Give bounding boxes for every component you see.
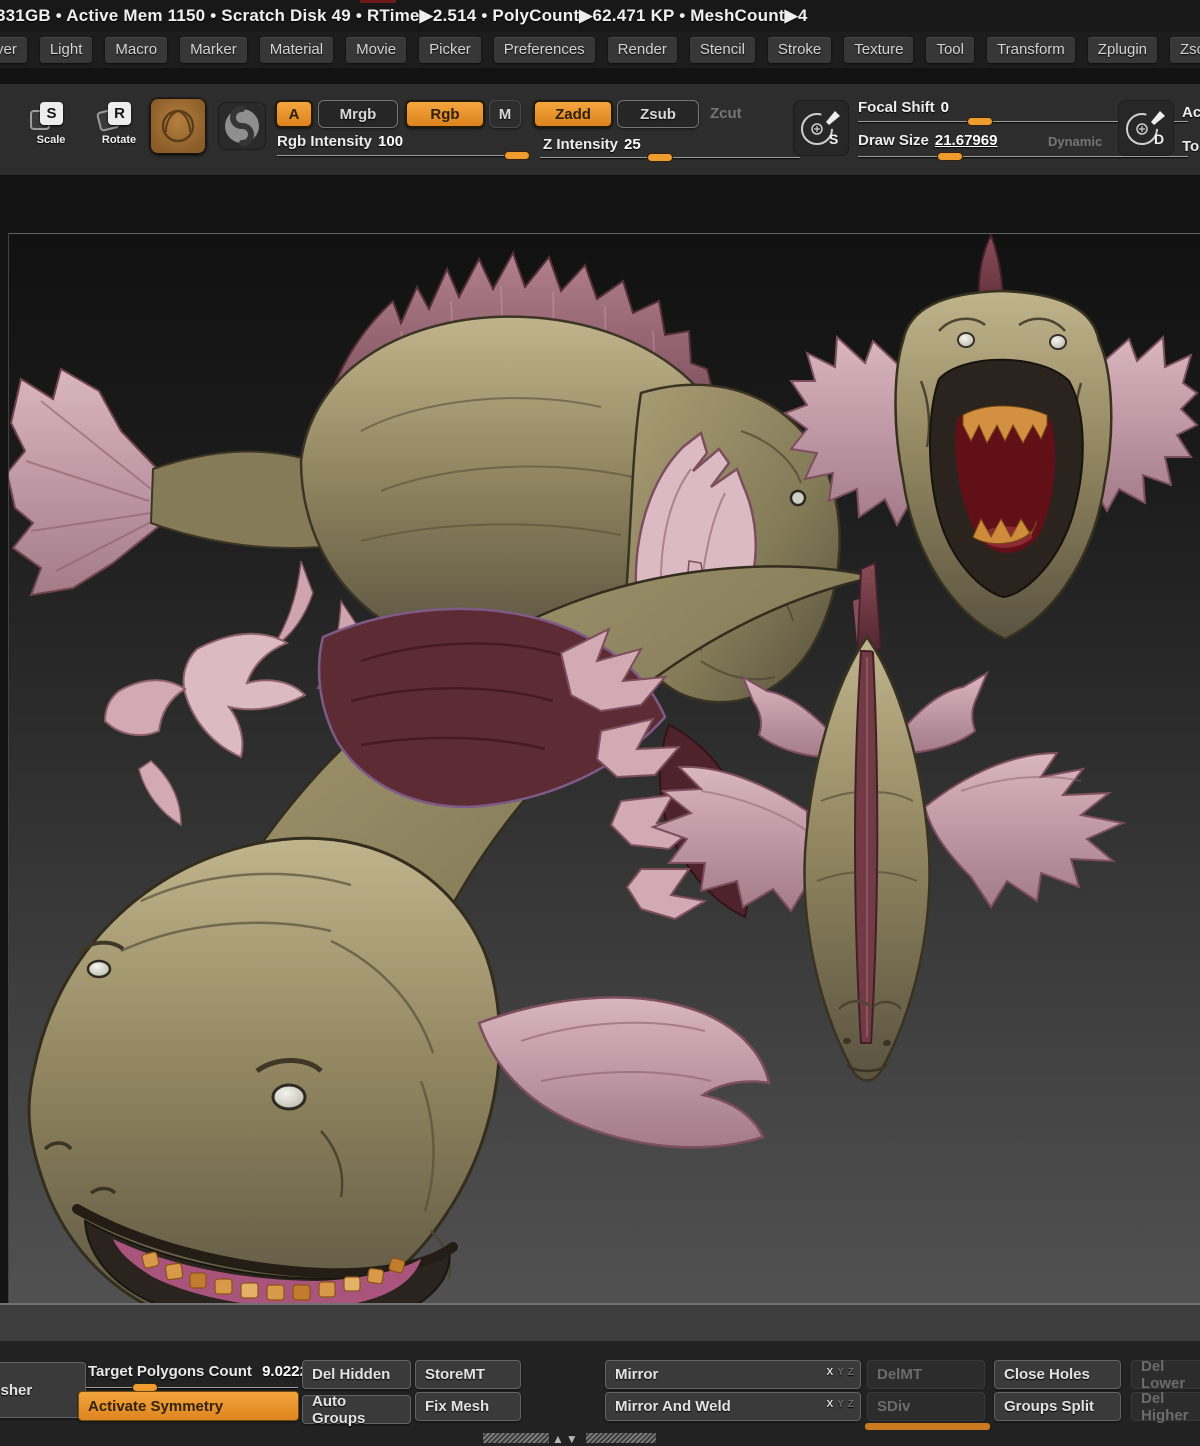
svg-text:D: D <box>1154 131 1164 147</box>
stroke-type-icon <box>218 102 266 150</box>
axis-z-toggle: Z <box>848 1399 854 1410</box>
rgb-button[interactable]: Rgb <box>405 100 485 128</box>
status-text: 331GB • Active Mem 1150 • Scratch Disk 4… <box>0 6 808 26</box>
dynamic-toggle[interactable]: Dynamic <box>1048 134 1102 149</box>
focal-shift-icon-button[interactable]: S <box>793 100 849 156</box>
menu-item-render[interactable]: Render <box>608 37 677 63</box>
bottom-shelf: nesher Target Polygons Count 9.02223 Act… <box>0 1341 1200 1446</box>
right-cut-label-bottom: To <box>1182 138 1199 155</box>
svg-text:S: S <box>829 131 838 147</box>
focal-shift-handle[interactable] <box>967 117 993 126</box>
sdiv-slider-bar[interactable] <box>865 1423 990 1430</box>
shelf-scrollbar-right[interactable] <box>586 1433 656 1443</box>
menu-item-preferences[interactable]: Preferences <box>494 37 595 63</box>
activate-symmetry-button[interactable]: Activate Symmetry <box>78 1391 299 1421</box>
focal-shift-brush-icon: S <box>793 100 849 156</box>
top-toolbar: S Scale R Rotate A Mrgb Rgb M Zadd Zsub … <box>0 84 1200 176</box>
viewport-canvas[interactable] <box>8 233 1200 1303</box>
shelf-scrollbar-left[interactable] <box>483 1433 549 1443</box>
mirror-and-weld-button[interactable]: Mirror And Weld X Y Z <box>605 1392 861 1421</box>
rotate-button[interactable]: R Rotate <box>96 100 142 152</box>
status-progress-tick <box>360 0 396 3</box>
z-intensity-handle[interactable] <box>647 153 673 162</box>
scale-button[interactable]: S Scale <box>28 100 74 152</box>
auto-groups-button[interactable]: Auto Groups <box>302 1395 411 1424</box>
axis-z-toggle: Z <box>848 1367 854 1378</box>
stroke-type-button[interactable] <box>218 102 266 150</box>
menu-item-transform[interactable]: Transform <box>987 37 1075 63</box>
zadd-button[interactable]: Zadd <box>533 100 613 128</box>
axis-x-toggle: X <box>827 1367 834 1378</box>
mirror-axis-toggles[interactable]: X Y Z <box>827 1367 854 1378</box>
menu-item-macro[interactable]: Macro <box>105 37 167 63</box>
axis-y-toggle: Y <box>837 1399 844 1410</box>
menu-bar: yer Light Macro Marker Material Movie Pi… <box>0 32 1200 68</box>
color-a-button[interactable]: A <box>275 100 313 128</box>
z-intensity-label: Z Intensity25 <box>543 136 641 153</box>
menu-item-movie[interactable]: Movie <box>346 37 406 63</box>
z-intensity-slider[interactable] <box>540 153 800 162</box>
draw-size-label: Draw Size21.67969 <box>858 132 997 149</box>
dynamic-size-icon-button[interactable]: D <box>1118 100 1174 156</box>
rotate-icon-letter: R <box>108 102 131 125</box>
store-mt-button[interactable]: StoreMT <box>415 1360 521 1389</box>
menu-item-stencil[interactable]: Stencil <box>690 37 755 63</box>
fix-mesh-button[interactable]: Fix Mesh <box>415 1392 521 1421</box>
axis-y-toggle: Y <box>837 1367 844 1378</box>
sculpt-scene <box>9 234 1200 1304</box>
target-polygons-label: Target Polygons Count 9.02223 <box>88 1363 316 1380</box>
rotate-label: Rotate <box>96 134 142 146</box>
shelf-scroll-arrows[interactable]: ▲▼ <box>552 1432 580 1446</box>
document-area <box>0 176 1200 1303</box>
rgb-intensity-slider[interactable] <box>277 151 530 160</box>
del-higher-button[interactable]: Del Higher <box>1131 1392 1200 1421</box>
rgb-intensity-label: Rgb Intensity100 <box>277 133 403 150</box>
sdiv-slider[interactable]: SDiv <box>867 1392 985 1421</box>
menu-item-picker[interactable]: Picker <box>419 37 481 63</box>
remesher-button[interactable]: nesher <box>0 1362 86 1418</box>
close-holes-button[interactable]: Close Holes <box>994 1360 1121 1389</box>
scale-label: Scale <box>28 134 74 146</box>
del-mt-button[interactable]: DelMT <box>867 1360 985 1389</box>
canvas-bottom-strip <box>0 1303 1200 1341</box>
del-hidden-button[interactable]: Del Hidden <box>302 1360 411 1389</box>
zsub-button[interactable]: Zsub <box>617 100 699 128</box>
del-lower-button[interactable]: Del Lower <box>1131 1360 1200 1389</box>
menu-item-zscript[interactable]: Zscript <box>1170 37 1200 63</box>
menu-item-material[interactable]: Material <box>260 37 333 63</box>
rgb-intensity-handle[interactable] <box>504 151 530 160</box>
brush-preview-icon <box>150 98 206 154</box>
menu-item-marker[interactable]: Marker <box>180 37 247 63</box>
mirror-weld-axis-toggles[interactable]: X Y Z <box>827 1399 854 1410</box>
menu-item-light[interactable]: Light <box>40 37 93 63</box>
dynamic-size-brush-icon: D <box>1118 100 1174 156</box>
mrgb-button[interactable]: Mrgb <box>318 100 398 128</box>
groups-split-button[interactable]: Groups Split <box>994 1392 1121 1421</box>
menu-item-zplugin[interactable]: Zplugin <box>1088 37 1157 63</box>
menu-item-stroke[interactable]: Stroke <box>768 37 831 63</box>
draw-size-handle[interactable] <box>937 152 963 161</box>
mirror-button[interactable]: Mirror X Y Z <box>605 1360 861 1389</box>
right-cut-label-top: Ac <box>1182 104 1200 121</box>
brush-preview-button[interactable] <box>150 98 206 154</box>
focal-shift-label: Focal Shift0 <box>858 99 949 116</box>
menu-item-layer[interactable]: yer <box>0 37 27 63</box>
scale-icon-letter: S <box>40 102 63 125</box>
menu-shelf-gap <box>0 68 1200 84</box>
menu-item-texture[interactable]: Texture <box>844 37 913 63</box>
axis-x-toggle: X <box>827 1399 834 1410</box>
menu-item-tool[interactable]: Tool <box>926 37 974 63</box>
status-bar: 331GB • Active Mem 1150 • Scratch Disk 4… <box>0 0 1200 32</box>
zcut-button[interactable]: Zcut <box>710 105 742 122</box>
m-button[interactable]: M <box>489 100 521 128</box>
